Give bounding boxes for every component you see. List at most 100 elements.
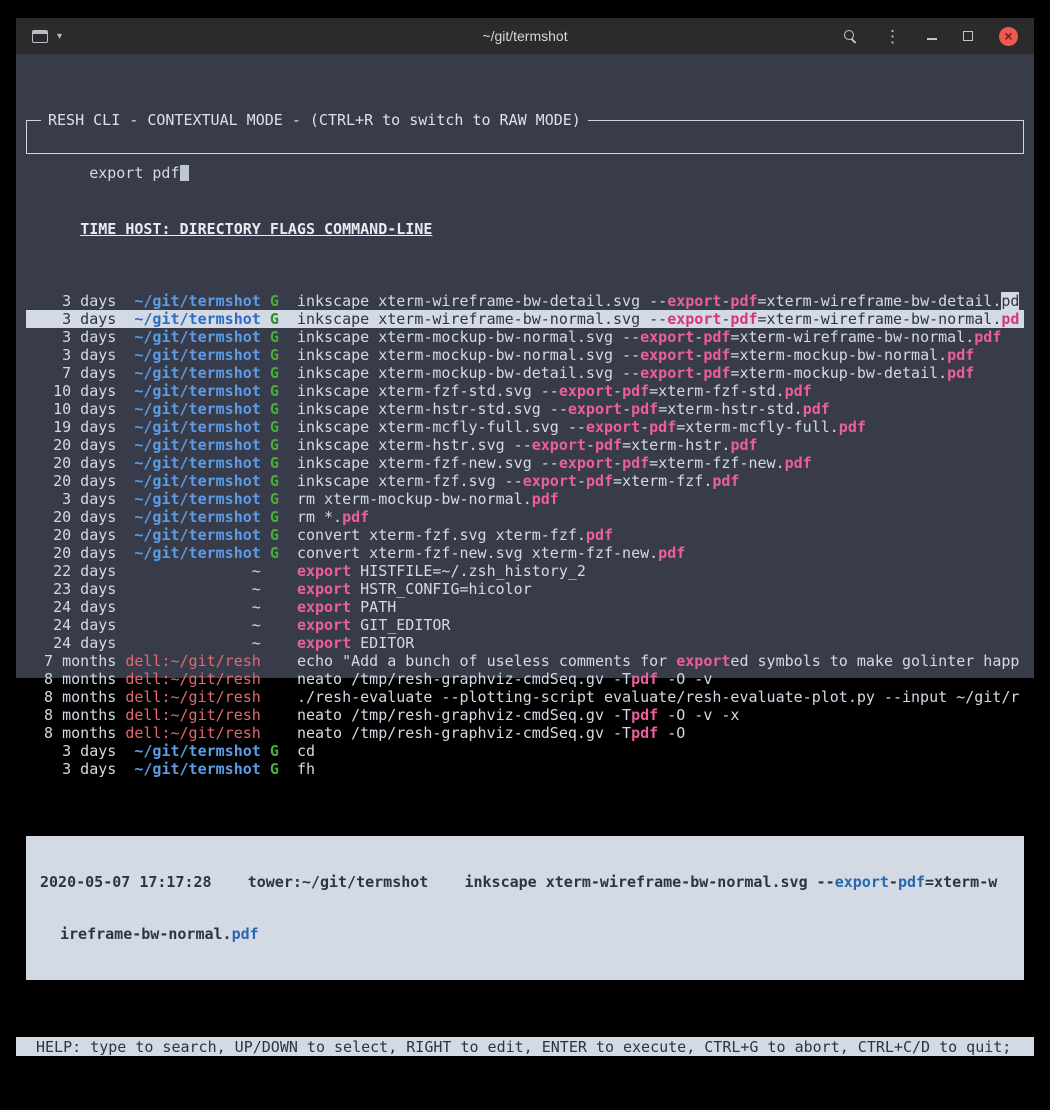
row-command: inkscape xterm-fzf-std.svg --export-pdf=… [297,382,812,400]
minimize-icon[interactable] [927,38,937,40]
row-command: rm *.pdf [297,508,369,526]
row-host: ~ [125,580,260,598]
history-row[interactable]: 20 days ~/git/termshot G inkscape xterm-… [26,472,1024,490]
search-input[interactable]: RESH CLI - CONTEXTUAL MODE - (CTRL+R to … [26,120,1024,154]
row-command: inkscape xterm-mcfly-full.svg --export-p… [297,418,866,436]
search-query-text: export pdf [89,164,179,182]
row-command: neato /tmp/resh-graphviz-cmdSeq.gv -Tpdf… [297,706,740,724]
history-row[interactable]: 3 days ~/git/termshot G inkscape xterm-m… [26,346,1024,364]
row-time: 23 days [26,580,116,598]
row-host: ~/git/termshot [125,472,260,490]
history-row[interactable]: 24 days ~ export GIT_EDITOR [26,616,1024,634]
history-row[interactable]: 3 days ~/git/termshot G rm xterm-mockup-… [26,490,1024,508]
history-row[interactable]: 3 days ~/git/termshot G inkscape xterm-w… [26,292,1024,310]
row-command: inkscape xterm-fzf.svg --export-pdf=xter… [297,472,740,490]
row-host: ~/git/termshot [125,490,260,508]
row-command: inkscape xterm-fzf-new.svg --export-pdf=… [297,454,812,472]
history-row[interactable]: 20 days ~/git/termshot G rm *.pdf [26,508,1024,526]
row-flags: G [270,364,279,382]
row-host: ~/git/termshot [125,310,260,328]
history-row[interactable]: 20 days ~/git/termshot G convert xterm-f… [26,526,1024,544]
history-row[interactable]: 22 days ~ export HISTFILE=~/.zsh_history… [26,562,1024,580]
history-row[interactable]: 8 months dell:~/git/resh neato /tmp/resh… [26,724,1024,742]
status-line-1: 2020-05-07 17:17:28 tower:~/git/termshot… [40,874,1024,890]
row-flags [270,562,279,580]
history-row[interactable]: 8 months dell:~/git/resh neato /tmp/resh… [26,670,1024,688]
row-flags [270,634,279,652]
history-row[interactable]: 7 months dell:~/git/resh echo "Add a bun… [26,652,1024,670]
history-row[interactable]: 3 days ~/git/termshot G cd [26,742,1024,760]
row-time: 3 days [26,742,116,760]
row-command: export HISTFILE=~/.zsh_history_2 [297,562,586,580]
history-row[interactable]: 10 days ~/git/termshot G inkscape xterm-… [26,382,1024,400]
history-row[interactable]: 24 days ~ export EDITOR [26,634,1024,652]
row-time: 20 days [26,508,116,526]
row-host: ~/git/termshot [125,346,260,364]
row-command: convert xterm-fzf.svg xterm-fzf.pdf [297,526,613,544]
history-row[interactable]: 3 days ~/git/termshot G inkscape xterm-w… [26,310,1024,328]
history-row[interactable]: 3 days ~/git/termshot G inkscape xterm-m… [26,328,1024,346]
history-row[interactable]: 20 days ~/git/termshot G inkscape xterm-… [26,454,1024,472]
menu-dots-icon[interactable]: ⋮ [884,28,901,45]
history-row[interactable]: 19 days ~/git/termshot G inkscape xterm-… [26,418,1024,436]
table-header: TIME HOST: DIRECTORY FLAGS COMMAND-LINE [26,220,1024,238]
search-icon[interactable] [843,29,858,44]
restore-icon[interactable] [963,31,973,41]
row-command: neato /tmp/resh-graphviz-cmdSeq.gv -Tpdf… [297,724,685,742]
row-command: inkscape xterm-mockup-bw-normal.svg --ex… [297,346,974,364]
row-time: 20 days [26,472,116,490]
row-host: dell:~/git/resh [125,688,260,706]
row-time: 8 months [26,706,116,724]
history-row[interactable]: 8 months dell:~/git/resh neato /tmp/resh… [26,706,1024,724]
row-flags: G [270,760,279,778]
history-row[interactable]: 3 days ~/git/termshot G fh [26,760,1024,778]
mode-label: RESH CLI - CONTEXTUAL MODE - (CTRL+R to … [41,111,588,129]
history-row[interactable]: 23 days ~ export HSTR_CONFIG=hicolor [26,580,1024,598]
titlebar[interactable]: ▾ ~/git/termshot ⋮ × [16,18,1034,54]
dropdown-caret-icon[interactable]: ▾ [57,31,62,42]
row-time: 19 days [26,418,116,436]
close-icon[interactable]: × [999,27,1018,46]
row-time: 24 days [26,634,116,652]
row-flags [270,580,279,598]
row-time: 3 days [26,328,116,346]
row-host: ~/git/termshot [125,526,260,544]
row-flags: G [270,328,279,346]
history-row[interactable]: 7 days ~/git/termshot G inkscape xterm-m… [26,364,1024,382]
row-host: ~/git/termshot [125,454,260,472]
row-host: dell:~/git/resh [125,724,260,742]
row-host: ~ [125,616,260,634]
history-row[interactable]: 24 days ~ export PATH [26,598,1024,616]
row-flags: G [270,346,279,364]
row-host: ~ [125,562,260,580]
row-flags [270,652,279,670]
row-command: export GIT_EDITOR [297,616,451,634]
row-host: dell:~/git/resh [125,670,260,688]
row-flags: G [270,544,279,562]
new-terminal-icon[interactable] [32,30,48,43]
row-command: inkscape xterm-wireframe-bw-normal.svg -… [297,310,1019,328]
row-host: ~/git/termshot [125,544,260,562]
row-host: dell:~/git/resh [125,706,260,724]
row-flags: G [270,382,279,400]
row-time: 7 months [26,652,116,670]
row-flags: G [270,526,279,544]
row-host: ~/git/termshot [125,382,260,400]
table-header-text: TIME HOST: DIRECTORY FLAGS COMMAND-LINE [80,220,432,238]
row-time: 22 days [26,562,116,580]
status-line-2: ireframe-bw-normal.pdf [40,926,1024,942]
row-host: ~/git/termshot [125,508,260,526]
row-command: ./resh-evaluate --plotting-script evalua… [297,688,1019,706]
row-command: export EDITOR [297,634,414,652]
history-row[interactable]: 20 days ~/git/termshot G convert xterm-f… [26,544,1024,562]
terminal-window: ▾ ~/git/termshot ⋮ × RESH CLI - CONTEXTU… [16,18,1034,678]
history-row[interactable]: 20 days ~/git/termshot G inkscape xterm-… [26,436,1024,454]
row-host: ~/git/termshot [125,418,260,436]
row-command: inkscape xterm-hstr-std.svg --export-pdf… [297,400,830,418]
row-flags: G [270,508,279,526]
row-time: 8 months [26,724,116,742]
row-command: cd [297,742,315,760]
history-row[interactable]: 10 days ~/git/termshot G inkscape xterm-… [26,400,1024,418]
row-command: inkscape xterm-wireframe-bw-detail.svg -… [297,292,1019,310]
history-row[interactable]: 8 months dell:~/git/resh ./resh-evaluate… [26,688,1024,706]
